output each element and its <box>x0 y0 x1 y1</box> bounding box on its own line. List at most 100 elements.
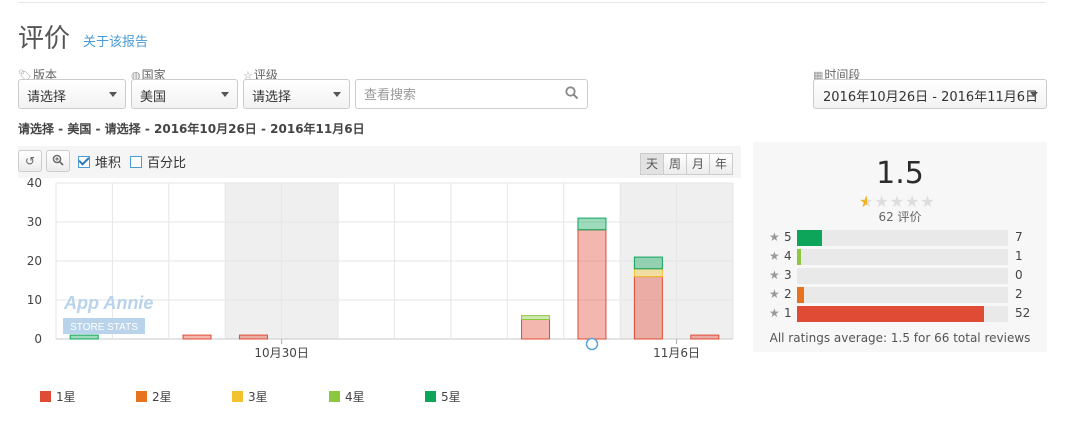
chart-toolbar: ↺ 堆积 百分比 天 周 月 年 <box>18 146 741 178</box>
period-select[interactable]: 2016年10月26日 - 2016年11月6日 <box>813 79 1047 109</box>
rating-bar-track <box>797 249 1008 265</box>
percent-checkbox[interactable]: 百分比 <box>130 152 186 171</box>
bar-segment <box>690 334 720 340</box>
star-icon: ★ <box>769 287 780 301</box>
search-box <box>355 79 588 109</box>
rating-row-5: ★ 5 7 <box>769 230 1039 246</box>
bar-segment <box>182 334 212 340</box>
rating-select[interactable]: 请选择 <box>243 79 350 109</box>
watermark-badge-text: STORE STATS <box>70 322 138 333</box>
rating-bar-track <box>797 268 1008 284</box>
y-tick-label: 30 <box>27 215 42 229</box>
chevron-down-icon <box>1030 92 1038 97</box>
rating-row-1: ★ 1 52 <box>769 306 1039 322</box>
chevron-down-icon <box>109 92 117 97</box>
period-button-group: 天 周 月 年 <box>640 153 733 175</box>
rating-bar-track <box>797 306 1008 322</box>
rating-bar-track <box>797 287 1008 303</box>
bar-segment <box>521 315 551 321</box>
rating-row-stars: 2 <box>784 287 792 301</box>
legend-label: 1星 <box>56 390 76 404</box>
stacked-checkbox[interactable]: 堆积 <box>78 152 121 171</box>
ratings-average-summary: All ratings average: 1.5 for 66 total re… <box>769 331 1031 345</box>
x-tick-label: 10月30日 <box>254 346 309 360</box>
legend-label: 3星 <box>248 390 268 404</box>
legend-label: 2星 <box>152 390 172 404</box>
chevron-down-icon <box>221 92 229 97</box>
rating-bar-fill <box>797 287 804 303</box>
y-tick-label: 0 <box>34 332 42 346</box>
star-icon: ★ <box>769 268 780 282</box>
bar-segment <box>577 229 607 340</box>
legend-item[interactable]: 4星 <box>329 388 365 405</box>
y-tick-label: 10 <box>27 293 42 307</box>
bar-segment <box>69 334 99 340</box>
legend-item[interactable]: 2星 <box>136 388 172 405</box>
period-year-button[interactable]: 年 <box>709 153 733 175</box>
star-icon: ★ <box>769 249 780 263</box>
rating-row-stars: 1 <box>784 306 792 320</box>
rating-row-stars: 4 <box>784 249 792 263</box>
rating-row-count: 52 <box>1015 306 1031 320</box>
bar-segment <box>521 319 551 340</box>
filter-summary: 请选择 - 美国 - 请选择 - 2016年10月26日 - 2016年11月6… <box>18 122 365 136</box>
undo-icon: ↺ <box>24 154 36 168</box>
rating-row-count: 2 <box>1015 287 1023 301</box>
rating-row-count: 1 <box>1015 249 1023 263</box>
version-select[interactable]: 请选择 <box>18 79 126 109</box>
period-week-button[interactable]: 周 <box>663 153 687 175</box>
zoom-button[interactable] <box>46 150 70 172</box>
period-select-value: 2016年10月26日 - 2016年11月6日 <box>823 90 1039 105</box>
comment-marker[interactable] <box>585 337 599 351</box>
rating-row-3: ★ 3 0 <box>769 268 1039 284</box>
rating-row-stars: 3 <box>784 268 792 282</box>
star-icon: ★ <box>769 306 780 320</box>
bar-segment <box>633 268 663 278</box>
legend-swatch <box>232 391 243 402</box>
watermark: App Annie STORE STATS <box>63 293 153 334</box>
legend-item[interactable]: 5星 <box>425 388 461 405</box>
watermark-logo-text: App Annie <box>63 293 153 313</box>
zoom-in-icon <box>52 154 64 166</box>
period-day-button[interactable]: 天 <box>640 153 664 175</box>
legend-label: 5星 <box>441 390 461 404</box>
version-select-value: 请选择 <box>27 90 67 105</box>
bar-segment <box>238 334 268 340</box>
page-title: 评价 <box>18 24 71 54</box>
rating-bar-track <box>797 230 1008 246</box>
x-tick-label: 11月6日 <box>653 346 700 360</box>
bar-segment <box>633 276 663 340</box>
legend-label: 4星 <box>345 390 365 404</box>
bar-segment <box>577 217 607 231</box>
rating-row-stars: 5 <box>784 230 792 244</box>
rating-row-2: ★ 2 2 <box>769 287 1039 303</box>
rating-row-count: 7 <box>1015 230 1023 244</box>
y-tick-label: 20 <box>27 254 42 268</box>
rating-bar-fill <box>797 249 801 265</box>
chevron-down-icon <box>333 92 341 97</box>
rating-row-4: ★ 4 1 <box>769 249 1039 265</box>
rating-count: 62 评价 <box>878 210 922 224</box>
legend-swatch <box>136 391 147 402</box>
ratings-stacked-bar-chart: App Annie STORE STATS 0 10 20 30 40 10月30日 11… <box>27 176 734 360</box>
about-report-link[interactable]: 关于该报告 <box>83 31 148 50</box>
period-month-button[interactable]: 月 <box>686 153 710 175</box>
average-rating: 1.5 <box>876 156 924 191</box>
rating-row-count: 0 <box>1015 268 1023 282</box>
checkbox-checked-icon <box>78 156 90 168</box>
legend-swatch <box>40 391 51 402</box>
search-icon[interactable] <box>565 86 579 100</box>
y-tick-label: 40 <box>27 176 42 190</box>
country-select-value: 美国 <box>140 90 167 105</box>
top-divider <box>18 2 1046 3</box>
reset-zoom-button[interactable]: ↺ <box>18 150 42 172</box>
legend-item[interactable]: 3星 <box>232 388 268 405</box>
star-icon: ★ <box>769 230 780 244</box>
comment-marker-icon[interactable] <box>585 337 599 351</box>
search-input[interactable] <box>362 85 566 105</box>
rating-select-value: 请选择 <box>252 90 292 105</box>
checkbox-unchecked-icon <box>130 156 142 168</box>
legend-swatch <box>329 391 340 402</box>
legend-item[interactable]: 1星 <box>40 388 76 405</box>
country-select[interactable]: 美国 <box>131 79 238 109</box>
